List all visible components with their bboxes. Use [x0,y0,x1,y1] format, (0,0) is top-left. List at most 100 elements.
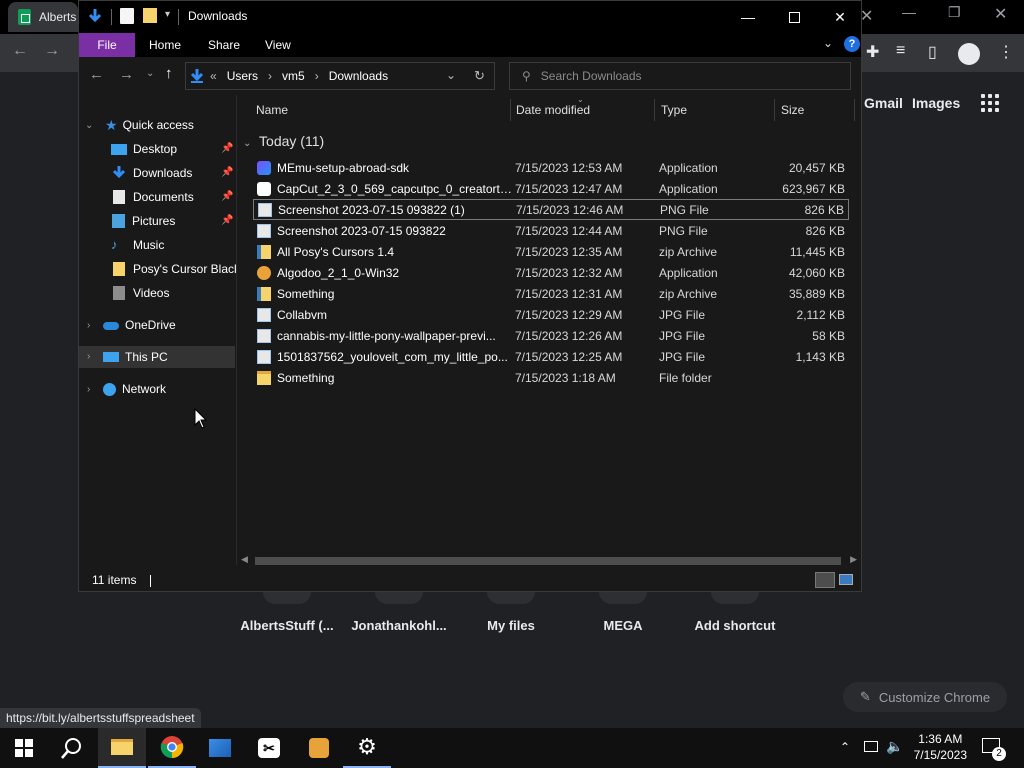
help-icon[interactable]: ? [844,36,860,52]
extensions-icon[interactable]: ✚ [866,42,879,62]
nav-item-posys-cursor-black[interactable]: Posy's Cursor Black [111,258,240,280]
start-button[interactable] [0,728,48,768]
shortcut-tile[interactable] [375,592,423,604]
nav-item-downloads[interactable]: Downloads [111,162,192,184]
forward-arrow-icon[interactable]: → [44,42,60,60]
horizontal-scrollbar[interactable]: ◀ ▶ [237,553,861,569]
shortcut-tile[interactable] [711,592,759,604]
file-row[interactable]: Algodoo_2_1_0-Win32 7/15/2023 12:32 AM App… [253,262,849,283]
search-button[interactable] [48,728,96,768]
column-header-date[interactable]: Date modified [497,95,590,125]
customize-qat-icon[interactable]: ▾ [165,9,170,20]
back-arrow-icon[interactable]: ← [89,66,104,83]
taskbar-chrome[interactable] [148,728,196,768]
nav-onedrive[interactable]: OneDrive [103,314,176,336]
explorer-titlebar[interactable]: ▾ Downloads — ✕ [79,1,861,33]
taskbar-file-explorer[interactable] [98,728,146,768]
gmail-link[interactable]: Gmail [864,95,903,111]
nav-quick-access[interactable]: ★ Quick access [105,114,194,136]
nav-item-documents[interactable]: Documents [111,186,194,208]
file-row[interactable]: Collabvm 7/15/2023 12:29 AM JPG File 2,112 … [253,304,849,325]
shortcut-label[interactable]: MEGA [573,618,673,633]
recent-locations-icon[interactable]: ⌄ [146,68,154,79]
side-panel-icon[interactable]: ▯ [928,42,937,62]
images-link[interactable]: Images [912,95,960,111]
column-header-name[interactable]: Name [237,95,288,125]
close-button[interactable]: ✕ [817,1,863,33]
nav-network[interactable]: Network [103,378,166,400]
chrome-tab[interactable]: Alberts [8,2,78,32]
shortcut-label[interactable]: Jonathankohl... [349,618,449,633]
expand-chevron-icon[interactable]: › [87,351,90,362]
minimize-button[interactable]: — [725,1,771,33]
tab-view[interactable]: View [252,33,304,57]
large-icons-view-icon[interactable] [839,574,853,585]
network-tray-icon[interactable] [864,741,878,752]
column-header-size[interactable]: Size [762,95,804,125]
forward-arrow-icon[interactable]: → [119,66,134,83]
breadcrumb-vm5[interactable]: vm5 [282,69,305,83]
chrome-restore-icon[interactable]: ❐ [948,4,961,21]
file-row[interactable]: Screenshot 2023-07-15 093822 7/15/2023 12… [253,220,849,241]
chrome-minimize-icon[interactable]: — [902,4,916,20]
system-clock[interactable]: 1:36 AM 7/15/2023 [914,731,967,763]
new-folder-icon[interactable] [143,8,157,23]
file-row[interactable]: 1501837562_youloveit_com_my_little_po...… [253,346,849,367]
show-hidden-icons-icon[interactable]: ⌃ [840,740,850,754]
file-row[interactable]: All Posy's Cursors 1.4 7/15/2023 12:35 AM… [253,241,849,262]
media-control-icon[interactable]: ≡ [896,42,905,60]
expand-chevron-icon[interactable]: › [87,320,90,331]
shortcut-label[interactable]: Add shortcut [685,618,785,633]
scroll-right-icon[interactable]: ▶ [850,554,857,565]
tab-share[interactable]: Share [195,33,253,57]
maximize-button[interactable] [771,1,817,33]
scrollbar-thumb[interactable] [255,557,841,565]
nav-item-music[interactable]: ♪ Music [111,234,164,256]
group-header-today[interactable]: ⌄ Today (11) [243,133,324,149]
expand-chevron-icon[interactable]: › [87,384,90,395]
tab-file[interactable]: File [79,33,135,57]
back-arrow-icon[interactable]: ← [12,42,28,60]
file-row[interactable]: Something 7/15/2023 12:31 AM zip Archive 35… [253,283,849,304]
refresh-icon[interactable]: ↻ [474,68,485,84]
shortcut-tile[interactable] [599,592,647,604]
file-row[interactable]: Something 7/15/2023 1:18 AM File folder [253,367,849,388]
shortcut-tile[interactable] [487,592,535,604]
nav-item-videos[interactable]: Videos [111,282,169,304]
breadcrumb-users[interactable]: Users [227,69,258,83]
file-row[interactable]: CapCut_2_3_0_569_capcutpc_0_creatortool 7… [253,178,849,199]
taskbar-capcut[interactable]: ✂ [245,728,293,768]
collapse-chevron-icon[interactable]: ⌄ [85,120,93,131]
nav-this-pc[interactable]: › This PC [79,346,235,368]
taskbar-photos[interactable] [196,728,244,768]
file-row[interactable]: cannabis-my-little-pony-wallpaper-previ.… [253,325,849,346]
address-bar[interactable]: « Users › vm5 › Downloads ⌄ ↻ [185,62,495,90]
file-row[interactable]: MEmu-setup-abroad-sdk 7/15/2023 12:53 AM A… [253,157,849,178]
breadcrumb-overflow[interactable]: « [210,69,217,83]
column-header-type[interactable]: Type [642,95,687,125]
nav-item-desktop[interactable]: Desktop [111,138,177,160]
chrome-close-icon[interactable]: ✕ [994,4,1007,24]
shortcut-label[interactable]: My files [461,618,561,633]
properties-icon[interactable] [120,8,134,24]
shortcut-tile[interactable] [263,592,311,604]
shortcut-label[interactable]: AlbertsStuff (... [237,618,337,633]
breadcrumb-downloads[interactable]: Downloads [329,69,388,83]
taskbar-settings[interactable]: ⚙ [343,728,391,768]
address-history-icon[interactable]: ⌄ [446,68,456,82]
expand-ribbon-icon[interactable]: ⌄ [823,36,833,50]
notification-center-button[interactable]: 2 [982,736,1006,761]
tab-home[interactable]: Home [136,33,194,57]
nav-item-pictures[interactable]: Pictures [111,210,175,232]
taskbar-algodoo[interactable] [295,728,343,768]
volume-muted-icon[interactable]: 🔈 [886,738,903,755]
google-apps-icon[interactable] [981,94,999,112]
file-row[interactable]: Screenshot 2023-07-15 093822 (1) 7/15/202… [253,199,849,220]
chrome-menu-icon[interactable]: ⋮ [998,42,1014,62]
details-view-icon[interactable] [815,572,835,588]
profile-avatar-icon[interactable] [958,43,980,65]
column-divider[interactable] [854,99,855,121]
search-input[interactable]: ⚲ Search Downloads [509,62,851,90]
scroll-left-icon[interactable]: ◀ [241,554,248,565]
up-arrow-icon[interactable]: ↑ [165,65,173,82]
